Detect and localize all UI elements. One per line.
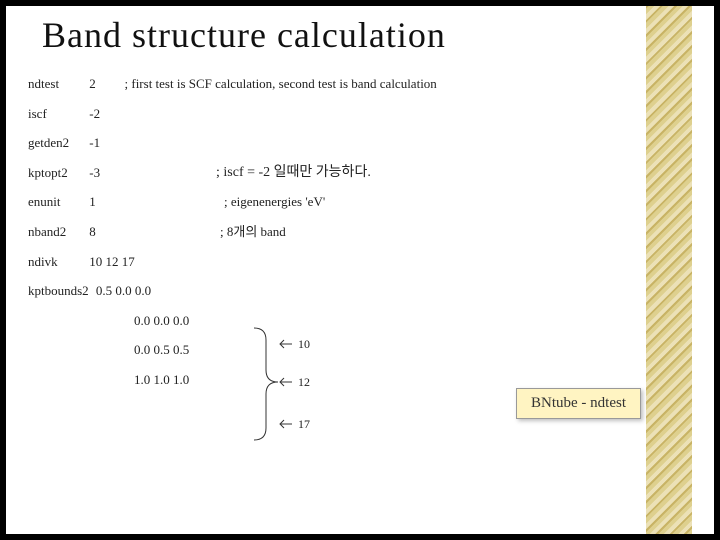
page-title: Band structure calculation [42,14,446,56]
row-ndivk: ndivk 10 12 17 [28,254,437,270]
key-ndivk: ndivk [28,254,86,270]
arrow-label-1: 10 [298,337,310,351]
key-enunit: enunit [28,194,86,210]
row-nband2: nband2 8 ; 8개의 band [28,224,437,240]
key-nband2: nband2 [28,224,86,240]
val-iscf: -2 [89,106,111,122]
key-kptopt2: kptopt2 [28,165,86,181]
key-iscf: iscf [28,106,86,122]
slide: Band structure calculation ndtest 2 ; fi… [6,6,714,534]
comment-enunit: ; eigenenergies 'eV' [224,194,325,210]
val-getden2: -1 [89,135,111,151]
key-ndtest: ndtest [28,76,86,92]
row-kptopt2: kptopt2 -3 ; iscf = -2 일때만 가능하다. [28,165,437,181]
arrow-label-2: 12 [298,375,310,389]
val-kptopt2: -3 [89,165,111,181]
val-ndtest: 2 [89,76,111,92]
row-iscf: iscf -2 [28,106,437,122]
key-kptbounds2: kptbounds2 [28,283,89,298]
comment-kptopt2: ; iscf = -2 일때만 가능하다. [216,165,371,182]
row-getden2: getden2 -1 [28,135,437,151]
comment-ndtest: ; first test is SCF calculation, second … [125,76,437,91]
key-getden2: getden2 [28,135,86,151]
parameter-block: ndtest 2 ; first test is SCF calculation… [28,76,437,402]
row-ndtest: ndtest 2 ; first test is SCF calculation… [28,76,437,92]
val-nband2: 8 [89,224,111,240]
callout-box: BNtube - ndtest [516,388,641,419]
row-kptbounds2: kptbounds2 0.5 0.0 0.0 [28,283,437,299]
arrow-label-3: 17 [298,417,310,431]
arrow-bracket-diagram: 10 12 17 [234,320,364,450]
comment-nband2: ; 8개의 band [220,224,286,240]
row-enunit: enunit 1 ; eigenenergies 'eV' [28,194,437,210]
val-enunit: 1 [89,194,111,210]
val-ndivk: 10 12 17 [89,254,135,269]
decor-ribbon [646,6,692,534]
val-kptbounds2-r1: 0.5 0.0 0.0 [96,283,151,298]
